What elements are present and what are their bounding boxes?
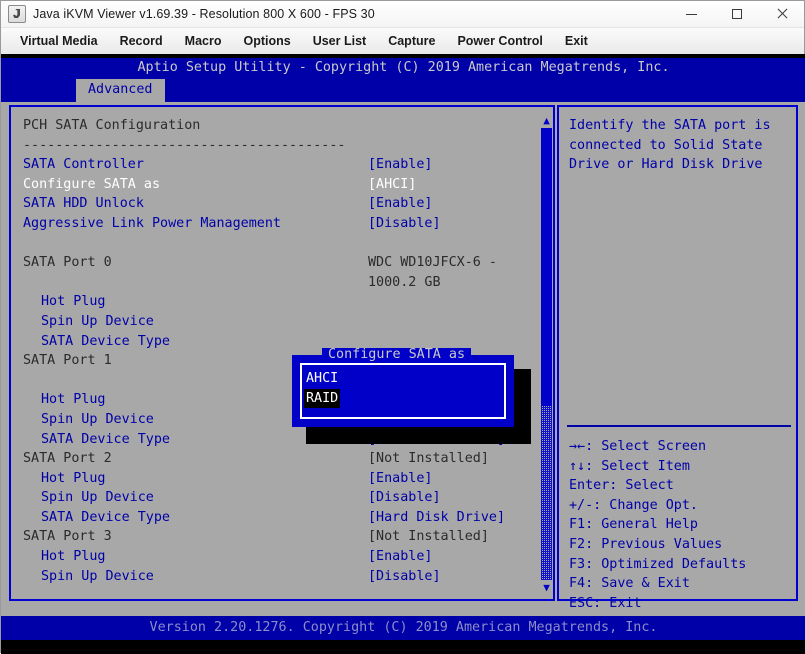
settings-row[interactable]: SATA Device Type [Hard Disk Drive] (23, 508, 535, 528)
menu-item-virtual-media[interactable]: Virtual Media (9, 28, 109, 54)
maximize-icon (731, 9, 742, 19)
settings-row-label: SATA Device Type (41, 431, 170, 447)
settings-scrollbar[interactable]: ▲ ▼ (540, 114, 553, 594)
bios-tab-bar: Advanced (76, 79, 165, 102)
dialog-option-row[interactable]: RAID (304, 388, 341, 409)
dialog-option-ahci[interactable]: AHCI (304, 369, 340, 389)
settings-row-label: Hot Plug (41, 549, 106, 565)
scroll-up-arrow-icon[interactable]: ▲ (540, 114, 553, 127)
menu-item-power-control[interactable]: Power Control (446, 28, 553, 54)
settings-row-label: SATA Port 0 (23, 255, 112, 271)
close-icon (776, 8, 788, 20)
window-controls (669, 1, 804, 27)
dialog-option-raid[interactable]: RAID (304, 388, 341, 409)
settings-row[interactable]: Hot Plug [Enable] (23, 469, 535, 489)
bios-screen[interactable]: Aptio Setup Utility - Copyright (C) 2019… (1, 54, 805, 654)
window-title: Java iKVM Viewer v1.69.39 - Resolution 8… (33, 7, 375, 21)
title-bar: Java iKVM Viewer v1.69.39 - Resolution 8… (1, 1, 804, 28)
settings-row-label: SATA Port 1 (23, 353, 112, 369)
settings-row-label: Spin Up Device (41, 568, 154, 584)
minimize-icon (686, 13, 697, 15)
settings-row-value: [Disable] (368, 568, 441, 584)
tab-advanced[interactable]: Advanced (76, 79, 165, 102)
settings-row-label: Hot Plug (41, 392, 106, 408)
configure-sata-dialog[interactable]: Configure SATA as AHCI RAID (292, 348, 514, 427)
maximize-button[interactable] (714, 1, 759, 27)
settings-row-value: [Disable] (368, 490, 441, 506)
settings-row-value: [AHCI] (368, 176, 417, 192)
settings-row-value: [Enable] (368, 196, 433, 212)
settings-row-label: Configure SATA as (23, 176, 161, 192)
settings-row-label: Spin Up Device (41, 313, 154, 329)
settings-row-value: [Not Installed] (368, 451, 489, 467)
settings-row-label: Hot Plug (41, 470, 106, 486)
settings-row-label: SATA Port 3 (23, 529, 112, 545)
settings-row-label: Hot Plug (41, 294, 106, 310)
ikvm-window: Java iKVM Viewer v1.69.39 - Resolution 8… (0, 0, 805, 654)
settings-row[interactable]: SATA Port 2 [Not Installed] (23, 449, 535, 469)
settings-row-label: SATA Device Type (41, 333, 170, 349)
minimize-button[interactable] (669, 1, 714, 27)
help-key-legend: →←: Select Screen ↑↓: Select Item Enter:… (569, 439, 747, 611)
settings-row-label: Spin Up Device (41, 490, 154, 506)
menu-item-user-list[interactable]: User List (302, 28, 378, 54)
settings-row[interactable]: Aggressive Link Power Management [Disable… (23, 214, 535, 234)
settings-row-label: SATA Port 2 (23, 451, 112, 467)
settings-row[interactable]: SATA HDD Unlock [Enable] (23, 194, 535, 214)
settings-row-label: SATA Controller (23, 157, 144, 173)
section-rule-row: ---------------------------------------- (23, 136, 535, 156)
dialog-option-list: AHCI RAID (304, 369, 341, 409)
menu-item-exit[interactable]: Exit (554, 28, 599, 54)
section-divider: ---------------------------------------- (23, 137, 346, 153)
settings-row-label: SATA Device Type (41, 509, 170, 525)
settings-row-label: Spin Up Device (41, 411, 154, 427)
settings-row-label: SATA HDD Unlock (23, 196, 144, 212)
settings-row[interactable]: Hot Plug [Enable] (23, 547, 535, 567)
help-divider (567, 425, 791, 427)
settings-row-value: [Enable] (368, 549, 433, 565)
settings-row[interactable]: Spin Up Device (23, 312, 535, 332)
settings-row: 1000.2 GB (23, 273, 535, 293)
settings-row-value: [Enable] (368, 157, 433, 173)
section-title-row: PCH SATA Configuration (23, 116, 535, 136)
scrollbar-thumb[interactable] (541, 128, 552, 406)
menu-item-macro[interactable]: Macro (174, 28, 233, 54)
settings-row[interactable]: Spin Up Device [Disable] (23, 488, 535, 508)
settings-row[interactable]: SATA Port 0 WDC WD10JFCX-6 - (23, 253, 535, 273)
settings-row[interactable]: Configure SATA as [AHCI] (23, 175, 535, 195)
settings-row-value: 1000.2 GB (368, 274, 441, 290)
menu-bar: Virtual Media Record Macro Options User … (1, 28, 804, 55)
dialog-option-row[interactable]: AHCI (304, 369, 340, 389)
settings-row-value: [Enable] (368, 470, 433, 486)
settings-row[interactable]: Spin Up Device [Disable] (23, 567, 535, 587)
screen-bottom-bar (1, 640, 805, 654)
settings-row (23, 234, 535, 254)
java-icon (8, 5, 26, 23)
settings-row[interactable]: Hot Plug (23, 292, 535, 312)
bios-footer: Version 2.20.1276. Copyright (C) 2019 Am… (1, 616, 805, 640)
close-button[interactable] (759, 1, 804, 27)
page-title: PCH SATA Configuration (23, 118, 201, 133)
bios-header-title: Aptio Setup Utility - Copyright (C) 2019… (137, 60, 670, 75)
bios-canvas: Aptio Setup Utility - Copyright (C) 2019… (1, 54, 805, 654)
dialog-title: Configure SATA as (322, 348, 472, 362)
menu-item-options[interactable]: Options (232, 28, 301, 54)
scroll-down-arrow-icon[interactable]: ▼ (540, 581, 553, 594)
help-description: Identify the SATA port is connected to S… (569, 118, 771, 173)
settings-row-value: [Hard Disk Drive] (368, 509, 506, 525)
settings-row-value: WDC WD10JFCX-6 - (368, 255, 497, 271)
settings-row[interactable]: SATA Controller [Enable] (23, 155, 535, 175)
settings-row-value: [Disable] (368, 215, 441, 231)
menu-item-capture[interactable]: Capture (377, 28, 446, 54)
settings-row[interactable]: SATA Port 3 [Not Installed] (23, 527, 535, 547)
settings-row-label: Aggressive Link Power Management (23, 215, 281, 231)
menu-item-record[interactable]: Record (109, 28, 174, 54)
settings-row-value: [Not Installed] (368, 529, 489, 545)
